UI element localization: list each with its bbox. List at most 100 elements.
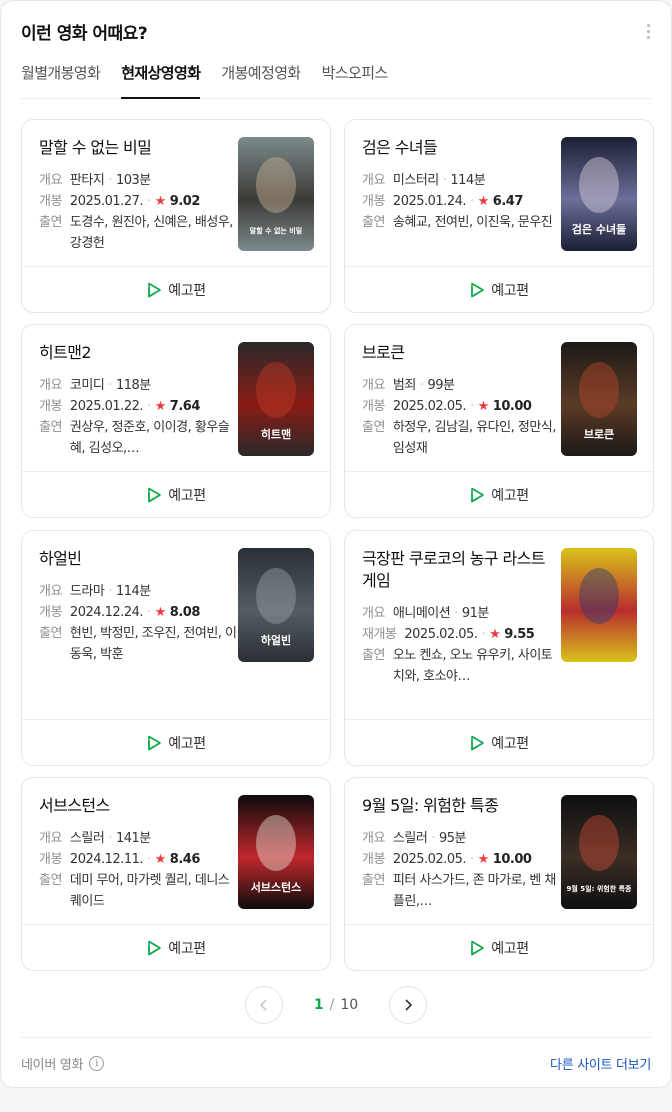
movie-info: 개요 애니메이션 · 91분 재개봉 2025.02.05. · ★ 9.55 출연 오노 켄쇼, … [362, 603, 560, 687]
tab-box-office[interactable]: 박스오피스 [322, 59, 389, 99]
trailer-button[interactable]: 예고편 [22, 266, 330, 312]
movie-poster[interactable]: 히트맨 [238, 342, 314, 456]
trailer-button[interactable]: 예고편 [345, 719, 653, 765]
separator-dot: · [108, 173, 112, 188]
release-row: 개봉 2024.12.24. · ★ 8.08 [39, 602, 237, 623]
movie-title[interactable]: 검은 수녀들 [362, 137, 554, 159]
genre-row: 개요 애니메이션 · 91분 [362, 603, 560, 624]
cast-row: 출연 데미 무어, 마가렛 퀄리, 데니스 퀘이드 [39, 870, 237, 912]
cast-label: 출연 [362, 873, 385, 888]
release-value: 2025.01.22. · ★ 7.64 [70, 396, 200, 417]
cast-value: 현빈, 박정민, 조우진, 전여빈, 이동욱, 박훈 [69, 626, 237, 662]
tab-now-showing[interactable]: 현재상영영화 [121, 59, 201, 99]
movie-poster[interactable]: 하얼빈 [238, 548, 314, 662]
next-page-button[interactable] [389, 986, 427, 1024]
movie-title[interactable]: 브로큰 [362, 342, 554, 364]
release-value: 2025.02.05. · ★ 9.55 [404, 624, 534, 645]
cast-label: 출연 [39, 420, 62, 435]
separator-dot: · [147, 194, 151, 209]
movie-poster[interactable]: 검은 수녀들 [561, 137, 637, 251]
movie-info: 개요 코미디 · 118분 개봉 2025.01.22. · ★ 7.64 출연 권상우, 정준호,… [39, 375, 237, 459]
cast-value: 데미 무어, 마가렛 퀄리, 데니스 퀘이드 [69, 873, 230, 909]
movie-poster[interactable]: 브로큰 [561, 342, 637, 456]
play-icon [146, 940, 162, 956]
movie-card: 히트맨2 개요 코미디 · 118분 개봉 2025.01.22. · ★ 7.64 출연 권상우, … [21, 324, 331, 518]
play-icon [146, 735, 162, 751]
release-row: 개봉 2025.01.22. · ★ 7.64 [39, 396, 237, 417]
page-separator: / [329, 997, 335, 1013]
genre-value: 스릴러 · 95분 [393, 828, 467, 849]
movie-card: 9월 5일: 위험한 특종 개요 스릴러 · 95분 개봉 2025.02.05. · ★ 10.… [344, 777, 654, 971]
rating-score: 10.00 [492, 852, 532, 867]
chevron-right-icon [405, 999, 413, 1011]
movie-poster[interactable] [561, 548, 637, 662]
cast-row: 출연 도경수, 원진아, 신예은, 배성우, 강경헌 [39, 212, 237, 254]
info-icon[interactable]: i [89, 1056, 105, 1071]
category-tabs: 월별개봉영화 현재상영영화 개봉예정영화 박스오피스 [21, 59, 651, 99]
poster-title-text: 히트맨 [261, 427, 291, 441]
rating-score: 7.64 [169, 399, 201, 414]
release-label: 개봉 [39, 399, 62, 414]
tab-monthly-release[interactable]: 월별개봉영화 [21, 59, 101, 99]
movie-title[interactable]: 9월 5일: 위험한 특종 [362, 795, 554, 817]
rating-score: 8.46 [169, 852, 201, 867]
play-icon [469, 487, 485, 503]
trailer-button[interactable]: 예고편 [345, 924, 653, 970]
release-label: 개봉 [39, 194, 62, 209]
release-date: 2025.01.27. [69, 194, 144, 209]
movie-card: 말할 수 없는 비밀 개요 판타지 · 103분 개봉 2025.01.27. · ★ 9.02 출… [21, 119, 331, 313]
trailer-button[interactable]: 예고편 [345, 471, 653, 517]
release-row: 재개봉 2025.02.05. · ★ 9.55 [362, 624, 560, 645]
trailer-button[interactable]: 예고편 [22, 719, 330, 765]
cast-row: 출연 피터 사스가드, 존 마가로, 벤 채플린,… [362, 870, 560, 912]
release-label: 개봉 [39, 852, 62, 867]
star-icon: ★ [154, 399, 167, 414]
movie-title[interactable]: 극장판 쿠로코의 농구 라스트 게임 [362, 548, 554, 592]
release-row: 개봉 2025.02.05. · ★ 10.00 [362, 396, 560, 417]
separator-dot: · [470, 852, 474, 867]
movie-recommendation-panel: 이런 영화 어때요? 월별개봉영화 현재상영영화 개봉예정영화 박스오피스 말할… [0, 0, 672, 1088]
release-date: 2024.12.24. [69, 605, 144, 620]
genre-text: 범죄 [392, 378, 416, 393]
runtime-text: 141분 [115, 831, 151, 846]
panel-title: 이런 영화 어때요? [21, 24, 148, 44]
separator-dot: · [454, 606, 458, 621]
separator-dot: · [147, 852, 151, 867]
genre-row: 개요 범죄 · 99분 [362, 375, 560, 396]
movie-poster[interactable]: 9월 5일: 위험한 특종 [561, 795, 637, 909]
trailer-button[interactable]: 예고편 [22, 471, 330, 517]
trailer-label: 예고편 [168, 735, 206, 752]
rating-score: 9.02 [169, 194, 201, 209]
release-value: 2025.02.05. · ★ 10.00 [393, 849, 532, 870]
trailer-button[interactable]: 예고편 [345, 266, 653, 312]
genre-label: 개요 [362, 173, 385, 188]
separator-dot: · [470, 399, 474, 414]
movie-title[interactable]: 서브스턴스 [39, 795, 231, 817]
movie-title[interactable]: 하얼빈 [39, 548, 231, 570]
genre-row: 개요 스릴러 · 95분 [362, 828, 560, 849]
genre-row: 개요 미스터리 · 114분 [362, 170, 560, 191]
movie-title[interactable]: 말할 수 없는 비밀 [39, 137, 231, 159]
movie-poster[interactable]: 서브스턴스 [238, 795, 314, 909]
cast-value: 오노 켄쇼, 오노 유우키, 사이토 치와, 호소야… [392, 648, 553, 684]
movie-poster[interactable]: 말할 수 없는 비밀 [238, 137, 314, 251]
release-value: 2025.01.27. · ★ 9.02 [70, 191, 200, 212]
trailer-button[interactable]: 예고편 [22, 924, 330, 970]
genre-value: 스릴러 · 141분 [70, 828, 151, 849]
more-options-icon[interactable] [641, 21, 655, 41]
prev-page-button[interactable] [245, 986, 283, 1024]
release-value: 2024.12.11. · ★ 8.46 [70, 849, 200, 870]
poster-image: 하얼빈 [238, 548, 314, 662]
rating-score: 9.55 [504, 627, 535, 642]
cast-label: 출연 [39, 873, 62, 888]
movie-title[interactable]: 히트맨2 [39, 342, 231, 364]
page-indicator: 1 / 10 [283, 997, 389, 1013]
star-icon: ★ [477, 194, 490, 209]
genre-label: 개요 [362, 378, 385, 393]
movie-info: 개요 판타지 · 103분 개봉 2025.01.27. · ★ 9.02 출연 도경수, 원진아,… [39, 170, 237, 254]
cast-value: 권상우, 정준호, 이이경, 황우슬혜, 김성오,… [69, 420, 230, 456]
other-sites-link[interactable]: 다른 사이트 더보기 [550, 1054, 651, 1073]
poster-image: 서브스턴스 [238, 795, 314, 909]
source-attribution: 네이버 영화 i [21, 1054, 105, 1073]
tab-upcoming[interactable]: 개봉예정영화 [221, 59, 301, 99]
